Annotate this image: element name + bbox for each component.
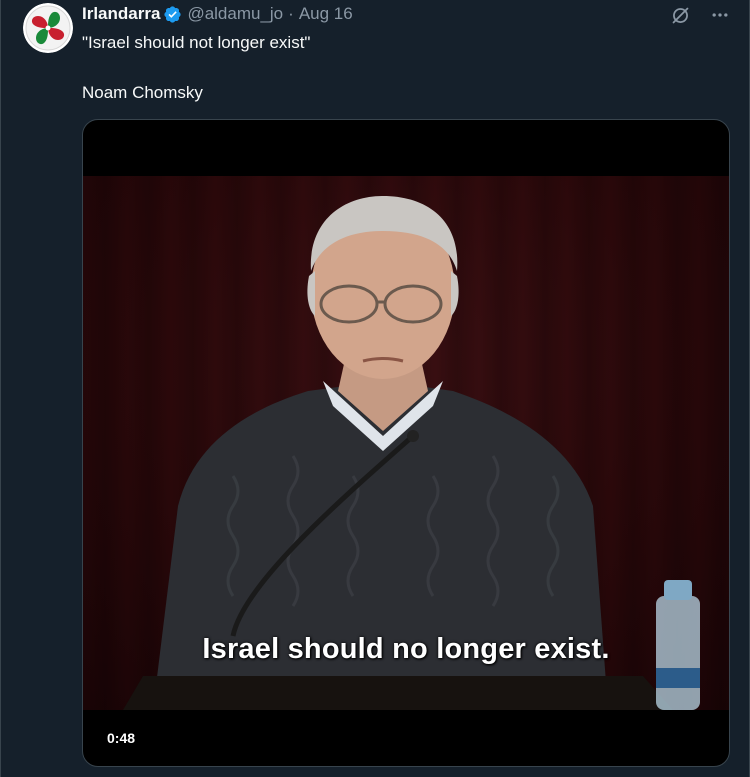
video-player[interactable]: Israel should no longer exist. 0:48 (82, 119, 730, 767)
tweet-header: Irlandarra @aldamu_jo · Aug 16 (82, 3, 353, 25)
video-frame[interactable]: Israel should no longer exist. (83, 176, 729, 710)
more-options-icon[interactable] (709, 4, 731, 26)
tweet-text-line-quote: "Israel should not longer exist" (82, 33, 311, 52)
tweet-text: "Israel should not longer exist" Noam Ch… (82, 32, 310, 104)
display-name[interactable]: Irlandarra (82, 4, 160, 24)
user-handle[interactable]: @aldamu_jo (187, 4, 283, 24)
tweet-text-line-author: Noam Chomsky (82, 83, 203, 102)
video-caption: Israel should no longer exist. (202, 633, 610, 665)
tweet-top-actions (669, 4, 731, 26)
post-date[interactable]: Aug 16 (299, 4, 353, 24)
lauburu-icon (23, 3, 73, 53)
tweet: Irlandarra @aldamu_jo · Aug 16 "Israel s… (0, 0, 750, 777)
separator-dot: · (288, 4, 294, 23)
verified-badge-icon (163, 5, 182, 24)
speaker-figure (123, 196, 700, 710)
avatar[interactable] (23, 3, 73, 53)
video-duration: 0:48 (99, 728, 144, 748)
grok-icon[interactable] (669, 4, 691, 26)
